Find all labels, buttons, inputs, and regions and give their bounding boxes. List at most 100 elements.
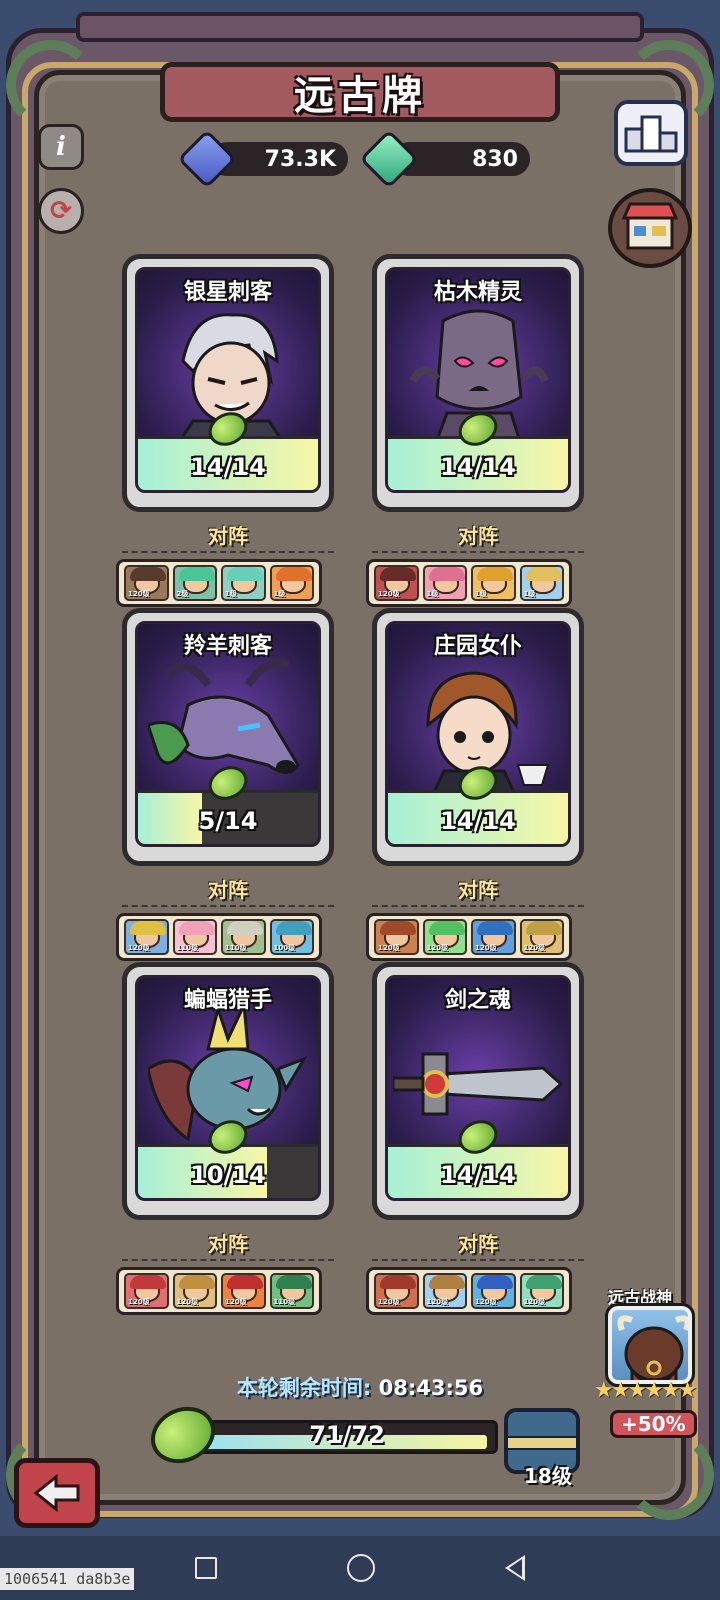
hero-portrait[interactable]: 120级	[422, 919, 467, 955]
card-slot-2[interactable]: 枯木精灵 14/14 对阵 120级 1级 1级 1级	[366, 254, 584, 607]
hero-portrait[interactable]: 120级	[124, 1273, 169, 1309]
card-slot-6[interactable]: 剑之魂 14/14 对阵 120级 120级 120级 120级	[366, 962, 584, 1315]
hero-level: 120级	[426, 1298, 449, 1306]
minotaur-portrait	[617, 1315, 688, 1380]
card-slot-3[interactable]: 羚羊刺客 5/14 对阵 120级 110级 110级 100级	[116, 608, 334, 961]
card[interactable]: 剑之魂 14/14	[372, 962, 584, 1220]
hero-hair	[275, 1275, 312, 1289]
hero-hair	[275, 921, 312, 935]
lineup-row: 120级 120级 120级 120级	[366, 913, 572, 961]
lineup-label: 对阵	[122, 1228, 334, 1261]
hero-portrait[interactable]: 1级	[269, 565, 314, 601]
card-slot-4[interactable]: 庄园女仆 14/14 对阵 120级 120级 120级 120级	[366, 608, 584, 961]
card-slot-1[interactable]: 银星刺客 14/14 对阵 120级 2级 1级 1级	[116, 254, 334, 607]
chest-icon	[508, 1436, 576, 1450]
card-name: 羚羊刺客	[183, 634, 272, 659]
hero-hair	[130, 1275, 166, 1289]
card-art: 剑之魂 14/14	[385, 975, 571, 1201]
hero-portrait[interactable]: 120级	[221, 1273, 266, 1309]
refresh-button[interactable]: ⟳	[38, 188, 84, 234]
hero-portrait[interactable]: 120级	[471, 919, 516, 955]
hero-level: 110级	[273, 1298, 296, 1306]
ranking-button[interactable]	[614, 100, 688, 166]
hero-hair	[130, 567, 166, 581]
card-art: 羚羊刺客 5/14	[135, 621, 321, 847]
hero-portrait[interactable]: 120级	[519, 919, 564, 955]
hero-portrait[interactable]: 120级	[172, 1273, 217, 1309]
ancient-god-label: 远古战神	[608, 1288, 673, 1307]
info-icon: i	[56, 132, 66, 162]
bonus-text: +50%	[621, 1412, 686, 1436]
hero-level: 120级	[475, 944, 497, 952]
hero-portrait[interactable]: 120级	[124, 919, 169, 955]
card-art: 蝙蝠猎手 10/14	[135, 975, 321, 1201]
hero-hair	[477, 1275, 513, 1289]
hero-hair	[380, 921, 416, 935]
card[interactable]: 枯木精灵 14/14	[372, 254, 584, 512]
lineup-row: 120级 110级 110级 100级	[116, 913, 322, 961]
lineup-label: 对阵	[372, 520, 584, 553]
hero-level: 2级	[176, 590, 189, 598]
lineup-row: 120级 120级 120级 110级	[116, 1267, 322, 1315]
ancient-god-button[interactable]	[605, 1303, 695, 1387]
hero-level: 120级	[176, 1298, 199, 1306]
progress-text: 5/14	[198, 807, 258, 835]
lineup-row: 120级 1级 1级 1级	[366, 559, 572, 607]
hero-hair	[525, 921, 562, 935]
hero-level: 120级	[523, 1298, 546, 1306]
hero-portrait[interactable]: 120级	[374, 919, 419, 955]
hero-portrait[interactable]: 110级	[269, 1273, 314, 1309]
card-name: 庄园女仆	[433, 634, 522, 659]
shop-button[interactable]	[608, 188, 692, 268]
hero-portrait[interactable]: 1级	[422, 565, 467, 601]
hero-portrait[interactable]: 100级	[269, 919, 314, 955]
hero-level: 110级	[225, 944, 247, 952]
card[interactable]: 银星刺客 14/14	[122, 254, 334, 512]
bean-progress-text: 71/72	[309, 1421, 385, 1449]
hero-portrait[interactable]: 110级	[172, 919, 217, 955]
system-back-button[interactable]	[505, 1555, 525, 1581]
hero-portrait[interactable]: 120级	[124, 565, 169, 601]
hero-portrait[interactable]: 120级	[519, 1273, 564, 1309]
hero-portrait[interactable]: 120级	[471, 1273, 516, 1309]
hero-portrait[interactable]: 1级	[519, 565, 564, 601]
hero-hair	[178, 921, 215, 935]
hero-level: 1级	[475, 590, 487, 598]
back-arrow-icon	[33, 1473, 80, 1513]
hero-portrait[interactable]: 1级	[471, 565, 516, 601]
hero-level: 1级	[426, 590, 439, 598]
card-name: 蝙蝠猎手	[183, 988, 272, 1013]
hero-level: 120级	[523, 944, 546, 952]
refresh-icon: ⟳	[50, 196, 72, 226]
hero-portrait[interactable]: 120级	[374, 565, 419, 601]
hero-hair	[477, 921, 513, 935]
card[interactable]: 庄园女仆 14/14	[372, 608, 584, 866]
card-name: 剑之魂	[444, 988, 511, 1013]
bonus-badge: +50%	[610, 1410, 697, 1438]
hero-portrait[interactable]: 110级	[221, 919, 266, 955]
timer-value: 08:43:56	[378, 1376, 484, 1400]
home-button[interactable]	[347, 1554, 375, 1582]
hero-portrait[interactable]: 120级	[422, 1273, 467, 1309]
card[interactable]: 蝙蝠猎手 10/14	[122, 962, 334, 1220]
info-button[interactable]: i	[38, 124, 84, 170]
card[interactable]: 羚羊刺客 5/14	[122, 608, 334, 866]
bean-progress-bar: 71/72	[196, 1420, 498, 1454]
hero-portrait[interactable]: 2级	[172, 565, 217, 601]
progress-bar: 14/14	[388, 760, 568, 844]
hero-hair	[130, 921, 166, 935]
progress-text: 10/14	[190, 1161, 266, 1189]
card-slot-5[interactable]: 蝙蝠猎手 10/14 对阵 120级 120级 120级 110级	[116, 962, 334, 1315]
hero-hair	[178, 567, 215, 581]
frame-top-cap	[76, 12, 644, 42]
recent-apps-button[interactable]	[195, 1557, 217, 1579]
star-rating: ★★★★★★	[594, 1378, 697, 1403]
hero-portrait[interactable]: 120级	[374, 1273, 419, 1309]
back-button[interactable]	[14, 1458, 100, 1528]
hero-portrait[interactable]: 1级	[221, 565, 266, 601]
card-art: 庄园女仆 14/14	[385, 621, 571, 847]
hero-hair	[525, 1275, 562, 1289]
progress-bar: 14/14	[138, 406, 318, 490]
hero-hair	[227, 921, 263, 935]
hero-level: 120级	[128, 1298, 150, 1306]
